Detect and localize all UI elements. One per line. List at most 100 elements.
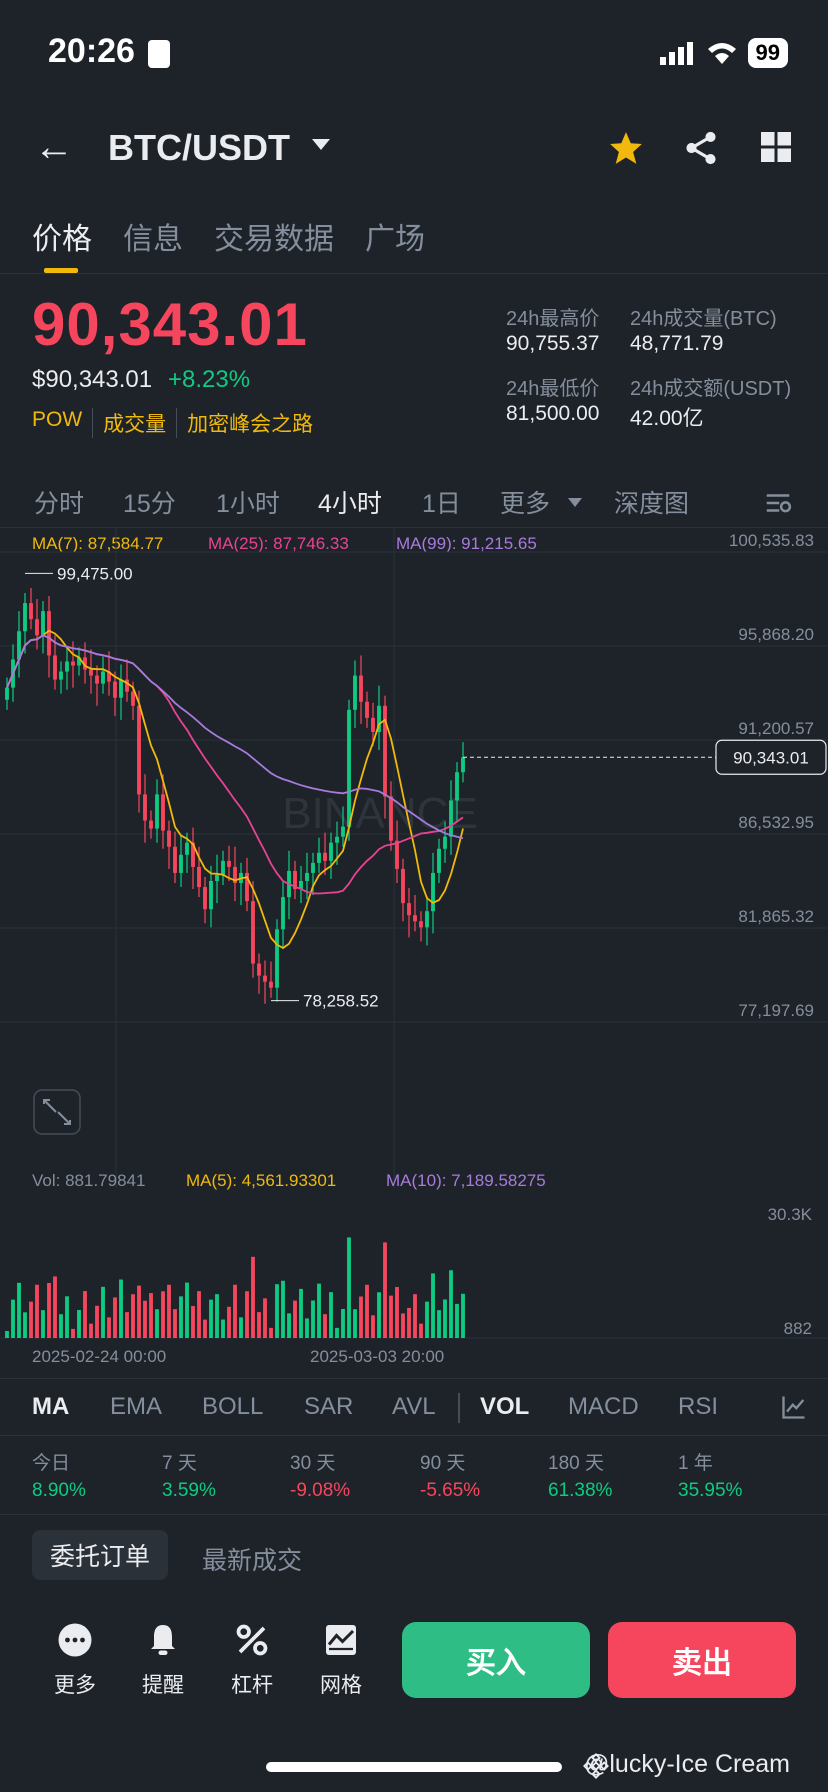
candle-body	[113, 681, 117, 698]
volume-bar	[71, 1328, 75, 1338]
candle-body	[203, 887, 207, 910]
y-tick-label: 86,532.95	[738, 813, 814, 832]
wifi-icon	[707, 43, 736, 64]
candle-body	[35, 619, 39, 636]
perf-label-180d: 180 天	[548, 1453, 604, 1474]
interval-more[interactable]: 更多	[500, 484, 550, 520]
status-bar: 20:26 99	[0, 0, 828, 100]
indicator-ma[interactable]: MA	[32, 1393, 69, 1421]
volume-bar	[155, 1309, 159, 1338]
candle-body	[389, 796, 393, 841]
volume-bar	[113, 1297, 117, 1338]
volume-bar	[239, 1317, 243, 1338]
volume-bar	[449, 1270, 453, 1338]
back-arrow-icon[interactable]: ←	[34, 125, 74, 170]
chart-settings-icon[interactable]	[762, 488, 794, 518]
interval-depth[interactable]: 深度图	[614, 484, 689, 520]
volume-bar	[413, 1294, 417, 1338]
candle-body	[275, 929, 279, 988]
vol-usdt-label: 24h成交额(USDT)	[630, 378, 792, 400]
tab-info[interactable]: 信息	[123, 214, 183, 258]
grid-menu-icon[interactable]	[758, 129, 794, 165]
candle-body	[365, 701, 369, 718]
candle-body	[281, 897, 285, 930]
sell-button[interactable]: 卖出	[608, 1622, 796, 1698]
volume-bar	[383, 1242, 387, 1338]
pair-title[interactable]: BTC/USDT	[108, 127, 290, 169]
volume-bar	[65, 1296, 69, 1338]
grid-trading-button[interactable]: 网格	[306, 1622, 376, 1699]
perf-value-180d: 61.38%	[548, 1480, 613, 1501]
volume-bar	[329, 1292, 333, 1338]
candle-body	[419, 921, 423, 928]
kline-chart[interactable]: 100,535.83 95,868.20 91,200.57 86,532.95 81,…	[0, 528, 828, 1368]
candle-body	[53, 655, 57, 680]
tag-volume[interactable]: 成交量	[103, 408, 178, 438]
volume-bar	[299, 1288, 303, 1338]
volume-bar	[179, 1296, 183, 1338]
candle-body	[443, 836, 447, 849]
last-price: 90,343.01	[32, 291, 308, 358]
tab-open-orders[interactable]: 委托订单	[32, 1530, 168, 1580]
star-icon[interactable]	[606, 129, 646, 167]
more-button[interactable]: 更多	[40, 1622, 110, 1699]
indicator-vol[interactable]: VOL	[480, 1393, 529, 1421]
volume-bar	[389, 1295, 393, 1338]
tab-trading-data[interactable]: 交易数据	[214, 214, 334, 258]
interval-timeline[interactable]: 分时	[34, 484, 84, 520]
volume-bar	[431, 1273, 435, 1338]
volume-bar	[251, 1256, 255, 1338]
indicator-settings-icon[interactable]	[780, 1393, 808, 1421]
buy-button[interactable]: 买入	[402, 1622, 590, 1698]
indicator-macd[interactable]: MACD	[568, 1393, 639, 1421]
volume-bar	[401, 1313, 405, 1338]
indicator-avl[interactable]: AVL	[392, 1393, 436, 1421]
high-marker-label: 99,475.00	[57, 564, 133, 583]
indicator-sar[interactable]: SAR	[304, 1393, 353, 1421]
tab-price[interactable]: 价格	[32, 214, 92, 258]
perf-value-1y: 35.95%	[678, 1480, 743, 1501]
volume-bar	[101, 1286, 105, 1338]
percent-icon	[236, 1624, 268, 1656]
price-change-pct: +8.23%	[168, 366, 251, 393]
volume-bar	[341, 1308, 345, 1338]
vol-usdt-value: 42.00亿	[630, 407, 704, 430]
share-icon[interactable]	[682, 129, 720, 167]
volume-bar	[53, 1276, 57, 1338]
chevron-down-icon[interactable]	[312, 139, 330, 150]
interval-1d[interactable]: 1日	[422, 484, 461, 520]
interval-15m[interactable]: 15分	[123, 484, 176, 520]
alert-button[interactable]: 提醒	[128, 1622, 198, 1699]
tab-recent-trades[interactable]: 最新成交	[202, 1541, 302, 1577]
volume-bar	[23, 1312, 27, 1338]
binance-watermark: BINANCE	[282, 789, 478, 838]
top-nav: ← BTC/USDT	[0, 115, 828, 181]
indicator-boll[interactable]: BOLL	[202, 1393, 263, 1421]
candle-body	[209, 880, 213, 910]
home-indicator[interactable]	[266, 1762, 562, 1772]
interval-1h[interactable]: 1小时	[216, 484, 280, 520]
volume-bar	[215, 1294, 219, 1338]
tag-crypto-summit[interactable]: 加密峰会之路	[187, 408, 323, 438]
candle-body	[23, 603, 27, 632]
candle-body	[101, 671, 105, 684]
candle-body	[317, 852, 321, 863]
tag-pow[interactable]: POW	[32, 408, 94, 438]
volume-bar	[137, 1285, 141, 1338]
candle-body	[341, 826, 345, 837]
leverage-button[interactable]: 杠杆	[217, 1622, 287, 1699]
interval-4h[interactable]: 4小时	[318, 484, 382, 520]
caret-down-icon[interactable]	[568, 498, 582, 507]
candle-body	[431, 872, 435, 912]
candle-body	[449, 800, 453, 837]
volume-bar	[89, 1323, 93, 1338]
indicator-ema[interactable]: EMA	[110, 1393, 162, 1421]
y-tick-label: 95,868.20	[738, 625, 814, 644]
candle-body	[179, 854, 183, 873]
date-label-right: 2025-03-03 20:00	[310, 1347, 444, 1366]
indicator-rsi[interactable]: RSI	[678, 1393, 718, 1421]
candle-body	[413, 915, 417, 922]
candle-body	[371, 717, 375, 732]
tab-square[interactable]: 广场	[365, 214, 425, 258]
candle-body	[65, 661, 69, 672]
